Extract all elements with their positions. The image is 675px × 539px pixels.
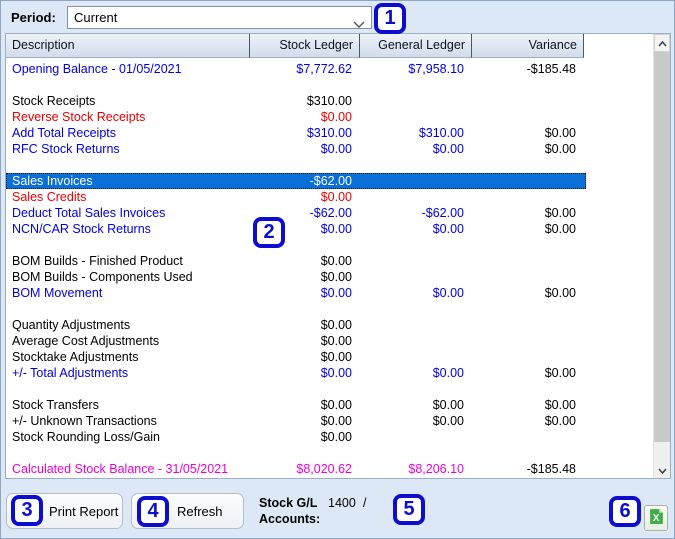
svg-text:X: X [652,513,659,524]
annotation-badge-6: 6 [609,496,641,527]
table-row[interactable]: Reverse Stock Receipts $0.00 [6,109,586,125]
scrollbar-thumb[interactable] [654,52,670,442]
table-row[interactable]: RFC Stock Returns $0.00 $0.00 $0.00 [6,141,586,157]
stock-gl-account-value: 1400 [328,496,356,510]
table-row[interactable]: Average Cost Adjustments $0.00 [6,333,586,349]
period-label: Period: [11,10,56,25]
period-dropdown[interactable]: Current [67,6,372,29]
table-row[interactable]: Opening Balance - 01/05/2021 $7,772.62 $7,… [6,61,586,77]
column-header-variance[interactable]: Variance [472,34,584,58]
table-row[interactable] [6,445,586,461]
stock-reconciliation-window: Period: Current Description Stock Ledger… [0,0,675,539]
column-header-general-ledger[interactable]: General Ledger [360,34,472,58]
table-body: Opening Balance - 01/05/2021 $7,772.62 $7,… [6,58,670,477]
scroll-up-button[interactable] [654,34,670,52]
table-row[interactable]: BOM Movement $0.00 $0.00 $0.00 [6,285,586,301]
reconciliation-table: Description Stock Ledger General Ledger … [5,33,671,479]
table-row[interactable]: Stock Rounding Loss/Gain $0.00 [6,429,586,445]
stock-gl-account-separator: / [363,496,367,510]
chevron-down-icon [657,461,667,479]
table-header-row: Description Stock Ledger General Ledger … [6,34,670,58]
table-row[interactable] [6,237,586,253]
table-row[interactable] [6,301,586,317]
annotation-badge-4: 4 [137,496,169,527]
scroll-down-button[interactable] [654,461,670,478]
table-row[interactable]: NCN/CAR Stock Returns $0.00 $0.00 $0.00 [6,221,586,237]
column-header-stock-ledger[interactable]: Stock Ledger [250,34,360,58]
table-row[interactable]: BOM Builds - Components Used $0.00 [6,269,586,285]
table-row[interactable]: +/- Unknown Transactions $0.00 $0.00 $0.00 [6,413,586,429]
vertical-scrollbar[interactable] [653,34,670,478]
annotation-badge-3: 3 [11,495,43,526]
column-header-description[interactable]: Description [6,34,250,58]
chevron-up-icon [657,34,667,52]
table-row[interactable]: BOM Builds - Finished Product $0.00 [6,253,586,269]
table-row[interactable]: Deduct Total Sales Invoices -$62.00 -$62.0… [6,205,586,221]
annotation-badge-5: 5 [393,494,425,525]
table-row[interactable]: Stocktake Adjustments $0.00 [6,349,586,365]
stock-gl-accounts-label: Stock G/L Accounts: [259,496,321,526]
table-row[interactable]: Sales Invoices -$62.00 [6,173,586,189]
table-row[interactable]: Stock Receipts $310.00 [6,93,586,109]
table-row[interactable]: Calculated Stock Balance - 31/05/2021 $8,… [6,461,586,477]
excel-icon: X [648,508,665,528]
table-row[interactable] [6,77,586,93]
table-row[interactable]: Sales Credits $0.00 [6,189,586,205]
period-selected-value: Current [74,10,118,25]
export-to-excel-button[interactable]: X [644,505,668,531]
table-row[interactable]: +/- Total Adjustments $0.00 $0.00 $0.00 [6,365,586,381]
annotation-badge-2: 2 [253,217,285,248]
table-row[interactable]: Stock Transfers $0.00 $0.00 $0.00 [6,397,586,413]
chevron-down-icon [353,14,365,28]
annotation-badge-1: 1 [374,3,406,34]
table-row[interactable] [6,157,586,173]
table-row[interactable]: Add Total Receipts $310.00 $310.00 $0.00 [6,125,586,141]
table-row[interactable] [6,381,586,397]
table-row[interactable]: Quantity Adjustments $0.00 [6,317,586,333]
